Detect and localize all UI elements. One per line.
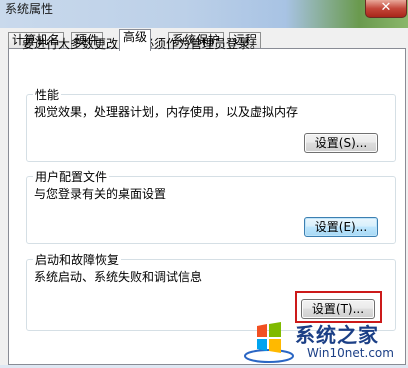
close-button[interactable]: ✕ xyxy=(365,0,407,18)
window-titlebar: 系统属性 ✕ xyxy=(0,0,408,28)
window-title: 系统属性 xyxy=(5,2,54,16)
close-icon: ✕ xyxy=(380,0,392,15)
windows-logo-icon xyxy=(244,322,294,363)
user-profiles-description: 与您登录有关的桌面设置 xyxy=(34,187,167,201)
tab-advanced[interactable]: 高级 xyxy=(119,29,152,51)
site-watermark: 系统之家 Win10net.com xyxy=(243,316,408,365)
watermark-brand: 系统之家 xyxy=(295,323,379,347)
startup-recovery-description: 系统启动、系统失败和调试信息 xyxy=(34,270,203,284)
performance-settings-button[interactable]: 设置(S)... xyxy=(304,133,378,153)
performance-description: 视觉效果，处理器计划，内存使用，以及虚拟内存 xyxy=(34,105,299,119)
startup-recovery-title: 启动和故障恢复 xyxy=(33,251,122,268)
user-profiles-title: 用户配置文件 xyxy=(33,168,110,185)
user-profiles-settings-button[interactable]: 设置(E)... xyxy=(304,217,378,237)
performance-title: 性能 xyxy=(33,86,62,103)
watermark-url: Win10net.com xyxy=(307,346,394,360)
